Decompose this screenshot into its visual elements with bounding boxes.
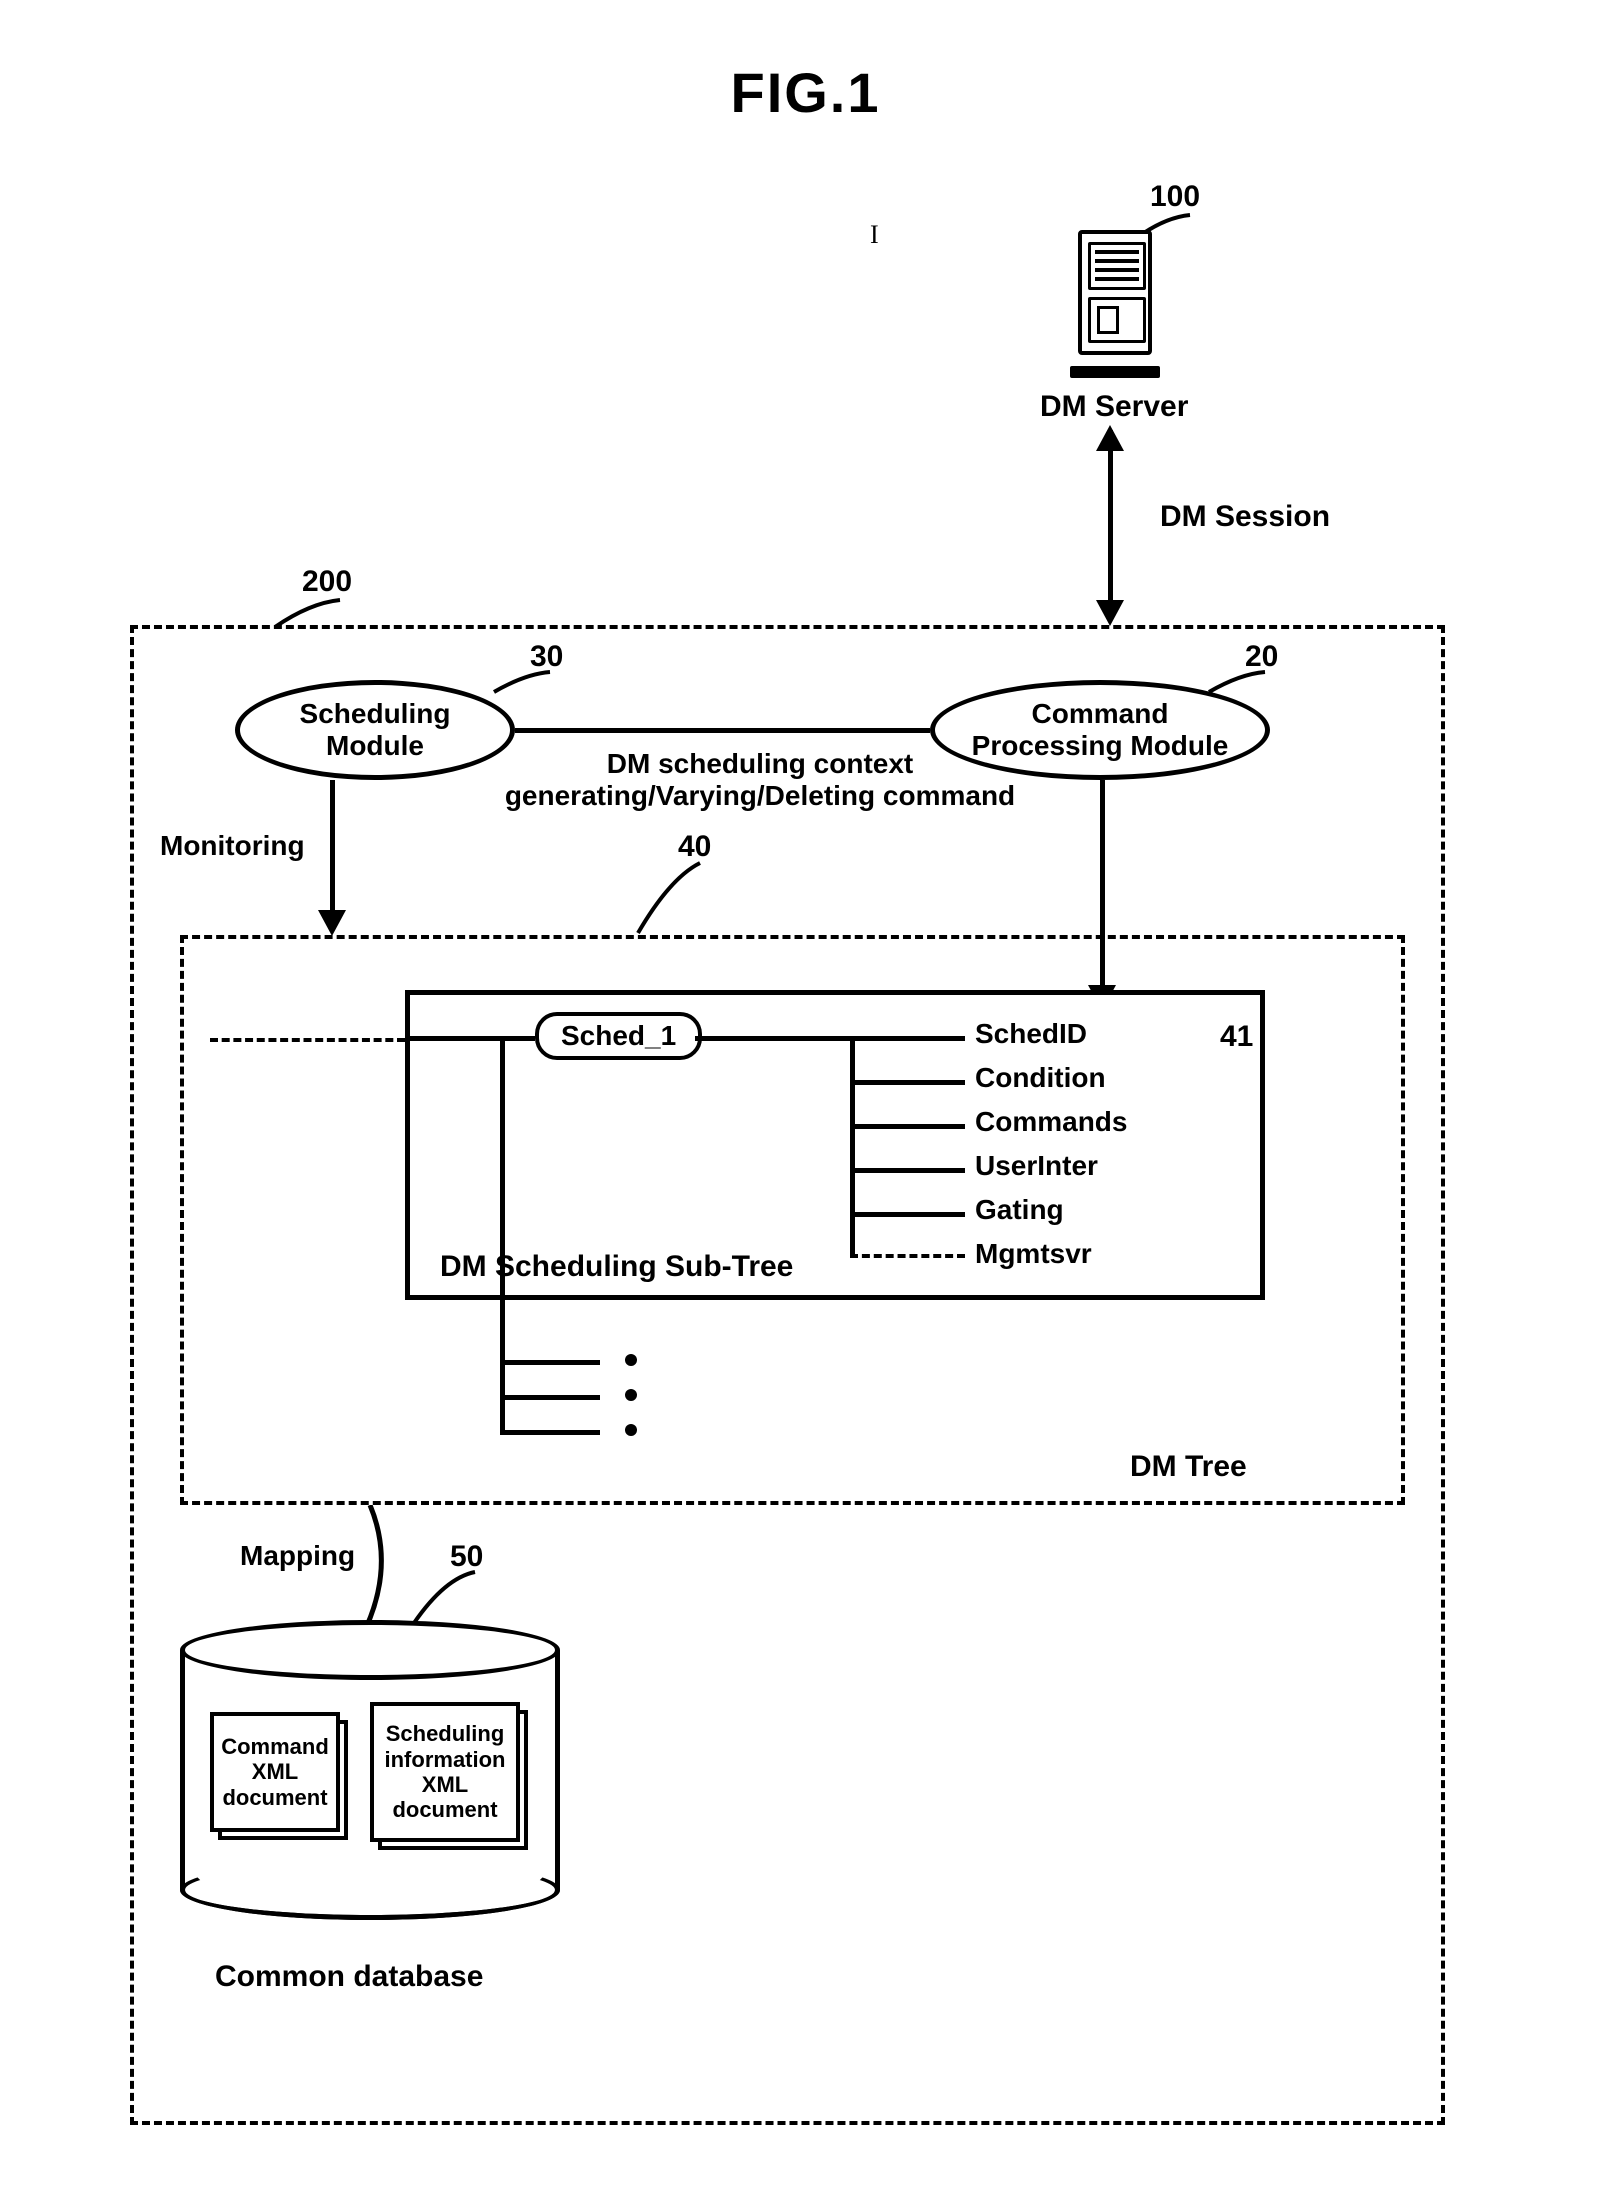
server-icon	[1070, 230, 1160, 370]
diagram-canvas: 100 DM Server DM Session I 200 30 Schedu…	[130, 190, 1490, 2150]
attr-branch-0	[850, 1036, 965, 1041]
dot-1	[625, 1354, 637, 1366]
database-icon: Command XML document Scheduling informat…	[180, 1620, 560, 1920]
attr-0: SchedID	[975, 1018, 1087, 1050]
subtree-entry-dash	[210, 1038, 405, 1042]
attr-1: Condition	[975, 1062, 1106, 1094]
attr-bus	[850, 1036, 855, 1256]
subtree-label: DM Scheduling Sub-Tree	[440, 1250, 793, 1284]
server-label: DM Server	[1040, 390, 1188, 424]
figure-title: FIG.1	[0, 60, 1611, 125]
monitoring-label: Monitoring	[160, 830, 305, 862]
ref-30-leader	[490, 668, 560, 698]
database-label: Common database	[215, 1960, 483, 1994]
attr-branch-5	[850, 1254, 965, 1258]
session-arrow-down	[1096, 600, 1124, 626]
subtree-entry-solid	[405, 1036, 535, 1041]
ref-200: 200	[302, 565, 352, 599]
attr-4: Gating	[975, 1194, 1064, 1226]
ctx-cmd-line1: DM scheduling context	[530, 748, 990, 780]
ctx-cmd-line2: generating/Varying/Deleting command	[460, 780, 1060, 812]
session-line	[1108, 430, 1113, 620]
root-branch-3	[500, 1430, 600, 1435]
root-branch-1	[500, 1360, 600, 1365]
module-connector	[515, 728, 930, 733]
scheduling-module-label: Scheduling Module	[300, 698, 451, 762]
doc1: Command XML document	[210, 1712, 340, 1832]
attr-branch-3	[850, 1168, 965, 1173]
ref-100: 100	[1150, 180, 1200, 214]
attr-branch-2	[850, 1124, 965, 1129]
attr-branch-1	[850, 1080, 965, 1085]
session-label: DM Session	[1160, 500, 1330, 534]
command-module-label: Command Processing Module	[972, 698, 1229, 762]
ref-40-leader	[630, 858, 710, 938]
scheduling-module: Scheduling Module	[235, 680, 515, 780]
mapping-label: Mapping	[240, 1540, 355, 1572]
attr-branch-4	[850, 1212, 965, 1217]
attr-2: Commands	[975, 1106, 1127, 1138]
monitoring-line	[330, 780, 335, 930]
attr-3: UserInter	[975, 1150, 1098, 1182]
dot-3	[625, 1424, 637, 1436]
dm-tree-label: DM Tree	[1130, 1450, 1247, 1484]
doc2: Scheduling information XML document	[370, 1702, 520, 1842]
sched1-node: Sched_1	[535, 1012, 702, 1060]
session-arrow-up	[1096, 425, 1124, 451]
ref-41: 41	[1220, 1020, 1253, 1054]
attr-5: Mgmtsvr	[975, 1238, 1092, 1270]
text-cursor-icon: I	[870, 220, 879, 250]
root-vbus	[500, 1040, 505, 1430]
monitoring-arrow	[318, 910, 346, 936]
dot-2	[625, 1389, 637, 1401]
root-branch-2	[500, 1395, 600, 1400]
